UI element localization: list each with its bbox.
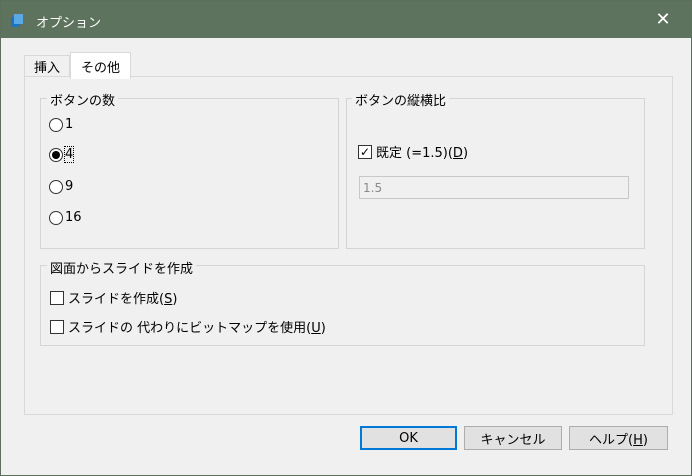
radio-count-9[interactable]: 9: [49, 179, 73, 194]
checkbox-label: 既定 (=1.5)(D): [376, 146, 469, 161]
tab-insert[interactable]: 挿入: [24, 55, 70, 77]
radio-label: 16: [65, 210, 82, 225]
create-slides-checkbox[interactable]: スライドを作成(S): [50, 288, 177, 307]
radio-count-1[interactable]: 1: [49, 117, 73, 132]
use-bitmap-checkbox[interactable]: スライドの 代わりにビットマップを使用(U): [50, 317, 326, 336]
close-icon: ✕: [655, 9, 671, 30]
radio-label: 4: [63, 146, 75, 163]
default-ratio-checkbox[interactable]: ✓ 既定 (=1.5)(D): [358, 142, 468, 161]
radio-circle: [49, 179, 63, 194]
checkbox-label: スライドを作成(S): [68, 292, 178, 307]
radio-count-16[interactable]: 16: [49, 210, 82, 225]
check-icon: ✓: [359, 144, 371, 159]
help-button[interactable]: ヘルプ(H): [569, 426, 668, 450]
radio-count-4[interactable]: 4: [49, 146, 75, 163]
app-icon: [11, 14, 23, 27]
checkbox-box: [50, 319, 64, 334]
aspect-ratio-legend: ボタンの縦横比: [352, 90, 450, 109]
slides-legend: 図面からスライドを作成: [47, 258, 197, 277]
ok-button[interactable]: OK: [360, 426, 457, 450]
checkbox-box: [50, 290, 64, 305]
help-label: ヘルプ(H): [589, 432, 648, 448]
aspect-ratio-group: [346, 98, 645, 249]
options-dialog: オプション ✕ 挿入 その他 ボタンの数 1 4 9 16 ボタンの縦横比 ✓ …: [0, 0, 692, 476]
radio-dot: [52, 150, 60, 159]
radio-label: 9: [65, 179, 74, 194]
radio-circle: [49, 147, 63, 162]
title-bar[interactable]: オプション ✕: [1, 1, 691, 38]
button-count-group: [40, 98, 339, 249]
checkbox-label: スライドの 代わりにビットマップを使用(U): [68, 321, 326, 336]
radio-circle: [49, 117, 63, 132]
close-button[interactable]: ✕: [641, 5, 685, 34]
checkbox-box: ✓: [358, 144, 372, 159]
ratio-input[interactable]: 1.5: [359, 176, 629, 199]
cancel-button[interactable]: キャンセル: [464, 426, 562, 450]
tab-other[interactable]: その他: [70, 52, 131, 79]
radio-label: 1: [65, 117, 74, 132]
radio-circle: [49, 210, 63, 225]
button-count-legend: ボタンの数: [47, 90, 119, 109]
window-title: オプション: [36, 16, 102, 31]
